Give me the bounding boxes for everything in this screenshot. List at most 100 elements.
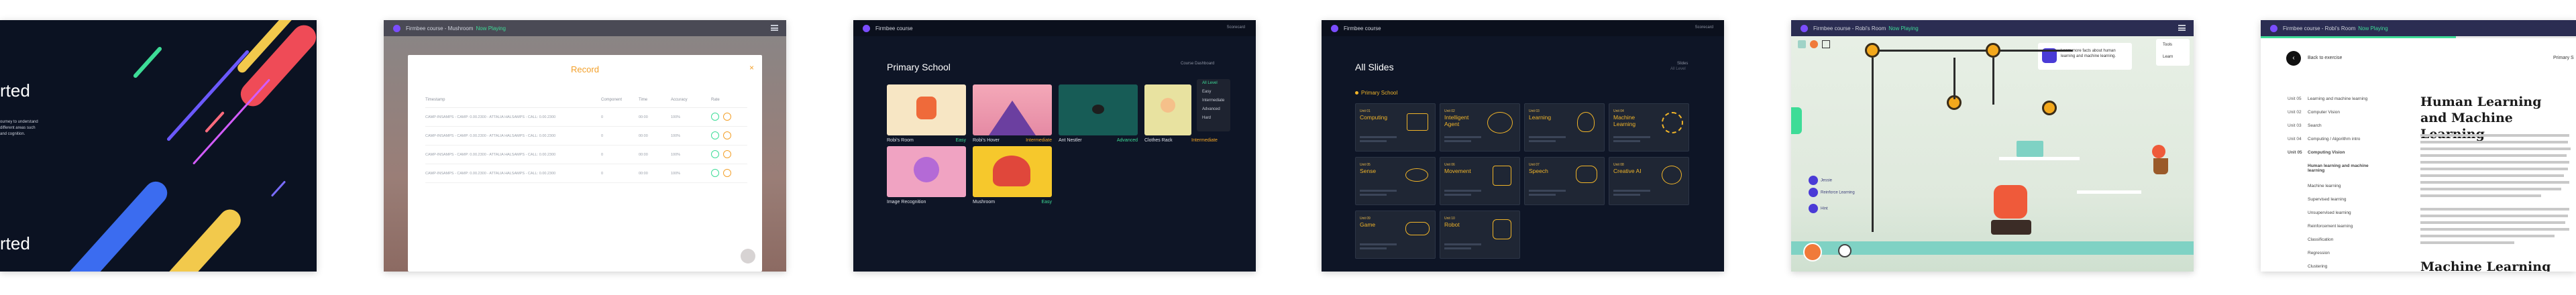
app-logo-icon[interactable] bbox=[1801, 24, 1808, 32]
replay-icon[interactable] bbox=[723, 131, 731, 139]
weight-block[interactable] bbox=[2017, 141, 2043, 157]
play-icon[interactable] bbox=[711, 169, 719, 177]
course-card[interactable]: Ant Nestler Advanced bbox=[1059, 84, 1138, 146]
toc-item[interactable]: Supervised learning bbox=[2308, 197, 2346, 202]
toc-item[interactable]: Unit 05 Learning and machine learning bbox=[2288, 97, 2367, 101]
column-header[interactable]: Rate bbox=[711, 98, 720, 102]
article-text bbox=[2420, 235, 2555, 237]
nav-item-hint[interactable]: Hint bbox=[1809, 204, 1862, 216]
gear-icon bbox=[1662, 112, 1683, 133]
panel-all-slides: Firmbee course Scorecard All Slides Slid… bbox=[1322, 20, 1724, 272]
column-header[interactable]: Accuracy bbox=[671, 98, 688, 102]
dropdown-option[interactable]: Hard bbox=[1197, 114, 1230, 123]
info-tooltip[interactable]: Learn more facts about human learning an… bbox=[2038, 43, 2132, 70]
card-name: Mushroom bbox=[973, 200, 996, 204]
slide-card[interactable]: Unit 05 Sense bbox=[1355, 157, 1436, 205]
course-card[interactable]: Image Recognition bbox=[887, 146, 966, 208]
reset-button[interactable] bbox=[1838, 244, 1851, 257]
lightbulb-icon bbox=[1577, 112, 1595, 132]
toc-item[interactable]: Classification bbox=[2308, 237, 2333, 242]
filter-sub[interactable]: All Level bbox=[1670, 67, 1686, 71]
tools-icon[interactable] bbox=[1798, 40, 1806, 48]
slide-title: Movement bbox=[1444, 168, 1471, 174]
mushroom-icon bbox=[993, 156, 1030, 186]
slide-card[interactable]: Unit 06 Movement bbox=[1440, 157, 1520, 205]
filter-label[interactable]: Course Dashboard bbox=[1181, 62, 1214, 66]
card-level: Intermediate bbox=[1191, 138, 1218, 143]
toc-item[interactable]: Regression bbox=[2308, 251, 2330, 255]
replay-icon[interactable] bbox=[723, 150, 731, 158]
course-card[interactable]: Robi's Room Easy bbox=[887, 84, 966, 146]
slide-card[interactable]: Unit 01 Computing bbox=[1355, 103, 1436, 152]
slide-desc bbox=[1444, 140, 1471, 142]
toc-item[interactable]: Unit 04 Computing / Algorithm intro bbox=[2288, 137, 2360, 141]
filter-label[interactable]: Slides bbox=[1677, 62, 1688, 66]
deco-stripe bbox=[193, 78, 270, 165]
slide-number: Unit 09 bbox=[1360, 217, 1371, 221]
course-card[interactable]: Robi's Hover Intermediate bbox=[973, 84, 1052, 146]
app-logo-icon[interactable] bbox=[863, 24, 870, 32]
robot-icon[interactable] bbox=[1994, 185, 2027, 219]
settings-icon[interactable] bbox=[1810, 40, 1818, 48]
pulley-icon[interactable] bbox=[2042, 101, 2057, 115]
nav-item-jessie[interactable]: Jessie bbox=[1809, 176, 1862, 188]
close-icon[interactable]: × bbox=[749, 63, 754, 72]
menu-icon[interactable] bbox=[771, 25, 778, 31]
toc-item[interactable]: Unit 02 Computer Vision bbox=[2288, 110, 2340, 115]
menu-item-learn[interactable]: Learn bbox=[2163, 55, 2173, 59]
column-header[interactable]: Time bbox=[639, 98, 647, 102]
toc-item[interactable]: Clustering bbox=[2308, 264, 2327, 269]
play-icon[interactable] bbox=[711, 131, 719, 139]
toc-item[interactable]: Unit 05 Computing Vision bbox=[2288, 150, 2345, 155]
replay-icon[interactable] bbox=[723, 169, 731, 177]
column-header[interactable]: Component bbox=[601, 98, 622, 102]
app-logo-icon[interactable] bbox=[393, 24, 400, 32]
play-icon[interactable] bbox=[711, 113, 719, 121]
app-title: Firmbee course - Robi's Room bbox=[2283, 25, 2356, 32]
pulley-icon[interactable] bbox=[1986, 43, 2000, 58]
level-dropdown[interactable]: All Level Easy Intermediate Advanced Har… bbox=[1197, 79, 1230, 131]
toc-item[interactable]: Unsupervised learning bbox=[2308, 211, 2351, 215]
slide-card[interactable]: Unit 03 Learning bbox=[1524, 103, 1605, 152]
app-logo-icon[interactable] bbox=[1331, 24, 1338, 32]
table-row: CAMP-INSAMPS - CAMP: 0.00.2300 - ATTALIA… bbox=[425, 109, 747, 127]
app-logo-icon[interactable] bbox=[2270, 24, 2277, 32]
toc-item-active[interactable]: Human learning and machine learning bbox=[2308, 164, 2381, 173]
slide-title: Computing bbox=[1360, 114, 1388, 121]
pulley-icon[interactable] bbox=[1865, 43, 1880, 58]
nav-item-reinforce[interactable]: Reinforce Learning bbox=[1809, 188, 1862, 204]
back-label[interactable]: Back to exercise bbox=[2308, 56, 2342, 60]
play-icon[interactable] bbox=[711, 150, 719, 158]
menu-icon[interactable] bbox=[2178, 25, 2186, 31]
column-header[interactable]: Timestamp bbox=[425, 98, 445, 102]
replay-icon[interactable] bbox=[723, 113, 731, 121]
nav-label: Hint bbox=[1821, 206, 1828, 211]
slide-card[interactable]: Unit 10 Robot bbox=[1440, 211, 1520, 259]
home-icon[interactable] bbox=[1822, 40, 1830, 48]
back-button[interactable]: ‹ bbox=[2286, 51, 2301, 66]
slide-card[interactable]: Unit 04 Machine Learning bbox=[1609, 103, 1689, 152]
course-card[interactable]: Mushroom Easy bbox=[973, 146, 1052, 208]
toc-item[interactable]: Unit 03 Search bbox=[2288, 123, 2322, 128]
dropdown-option[interactable]: Advanced bbox=[1197, 105, 1230, 114]
dropdown-option[interactable]: Easy bbox=[1197, 88, 1230, 97]
nav-label: Reinforce Learning bbox=[1821, 190, 1855, 195]
card-name: Robi's Hover bbox=[973, 138, 1000, 143]
slide-title: Intelligent Agent bbox=[1444, 114, 1469, 127]
toc-item[interactable]: Reinforcement learning bbox=[2308, 224, 2353, 229]
user-menu[interactable]: Scorecard bbox=[1695, 25, 1713, 30]
menu-item-tools[interactable]: Tools bbox=[2163, 43, 2172, 47]
app-status: Now Playing bbox=[2358, 25, 2388, 32]
user-menu[interactable]: Scorecard bbox=[1227, 25, 1245, 30]
slide-card[interactable]: Unit 08 Creative AI bbox=[1609, 157, 1689, 205]
card-level: Advanced bbox=[1116, 138, 1138, 143]
toc-item[interactable]: Machine learning bbox=[2308, 184, 2341, 188]
dropdown-option[interactable]: All Level bbox=[1197, 79, 1230, 88]
dropdown-option[interactable]: Intermediate bbox=[1197, 97, 1230, 105]
slide-card[interactable]: Unit 07 Speech bbox=[1524, 157, 1605, 205]
play-button[interactable] bbox=[1803, 243, 1822, 261]
course-card[interactable]: Clothes Rack Intermediate bbox=[1144, 84, 1218, 146]
slide-card[interactable]: Unit 09 Game bbox=[1355, 211, 1436, 259]
scroll-badge[interactable] bbox=[741, 249, 755, 263]
slide-card[interactable]: Unit 02 Intelligent Agent bbox=[1440, 103, 1520, 152]
